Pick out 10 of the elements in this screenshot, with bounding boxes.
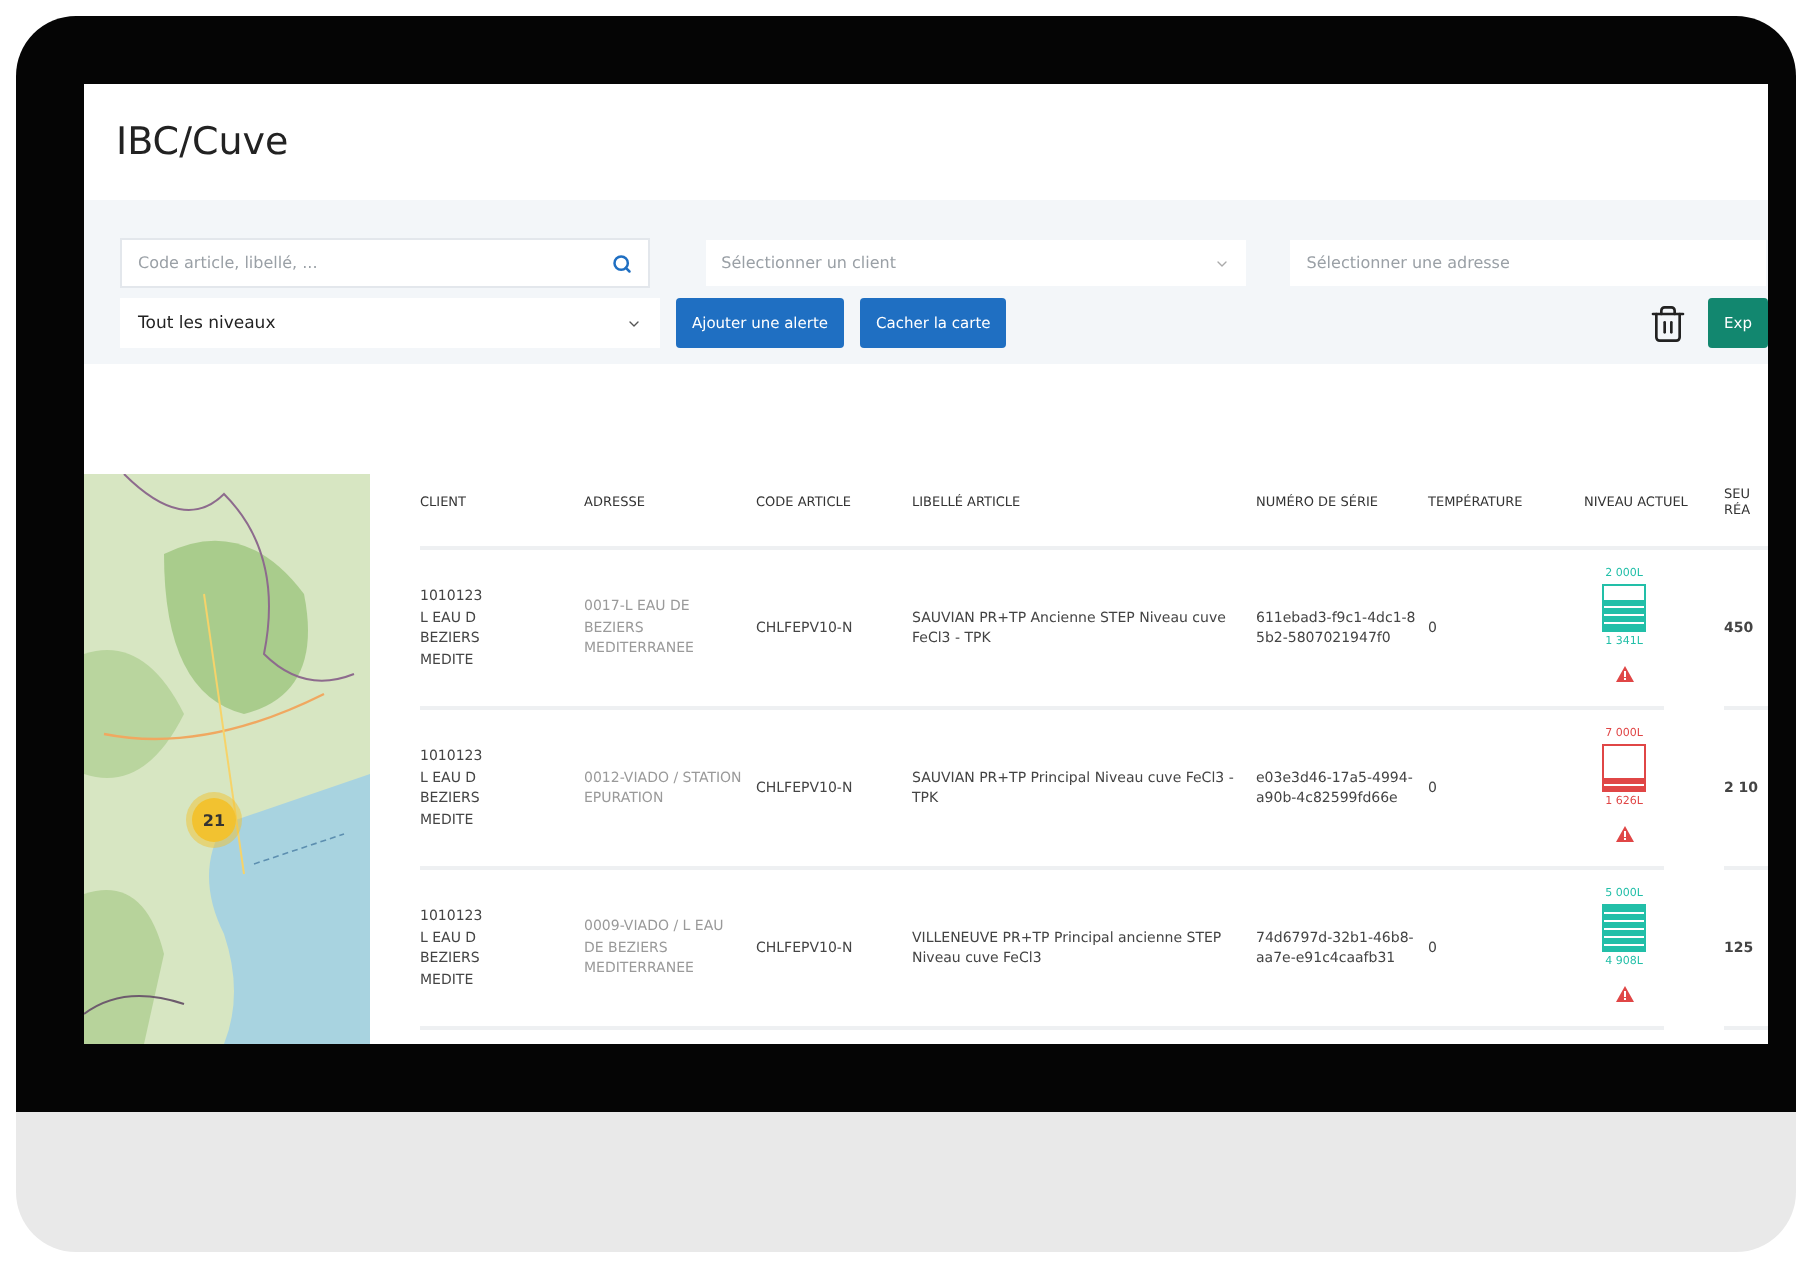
page-title: IBC/Cuve bbox=[116, 120, 289, 164]
warning-icon bbox=[1615, 825, 1633, 841]
level-select[interactable]: Tout les niveaux bbox=[120, 298, 660, 348]
client-select[interactable]: Sélectionner un client bbox=[703, 238, 1249, 288]
warning-icon bbox=[1615, 665, 1633, 681]
warning-icon bbox=[1615, 985, 1633, 1001]
search-icon bbox=[611, 253, 632, 273]
trash-icon[interactable] bbox=[1648, 303, 1689, 343]
address-select[interactable]: Sélectionner une adresse bbox=[1288, 238, 1768, 288]
search-field[interactable]: Code article, libellé, ... bbox=[120, 238, 650, 288]
